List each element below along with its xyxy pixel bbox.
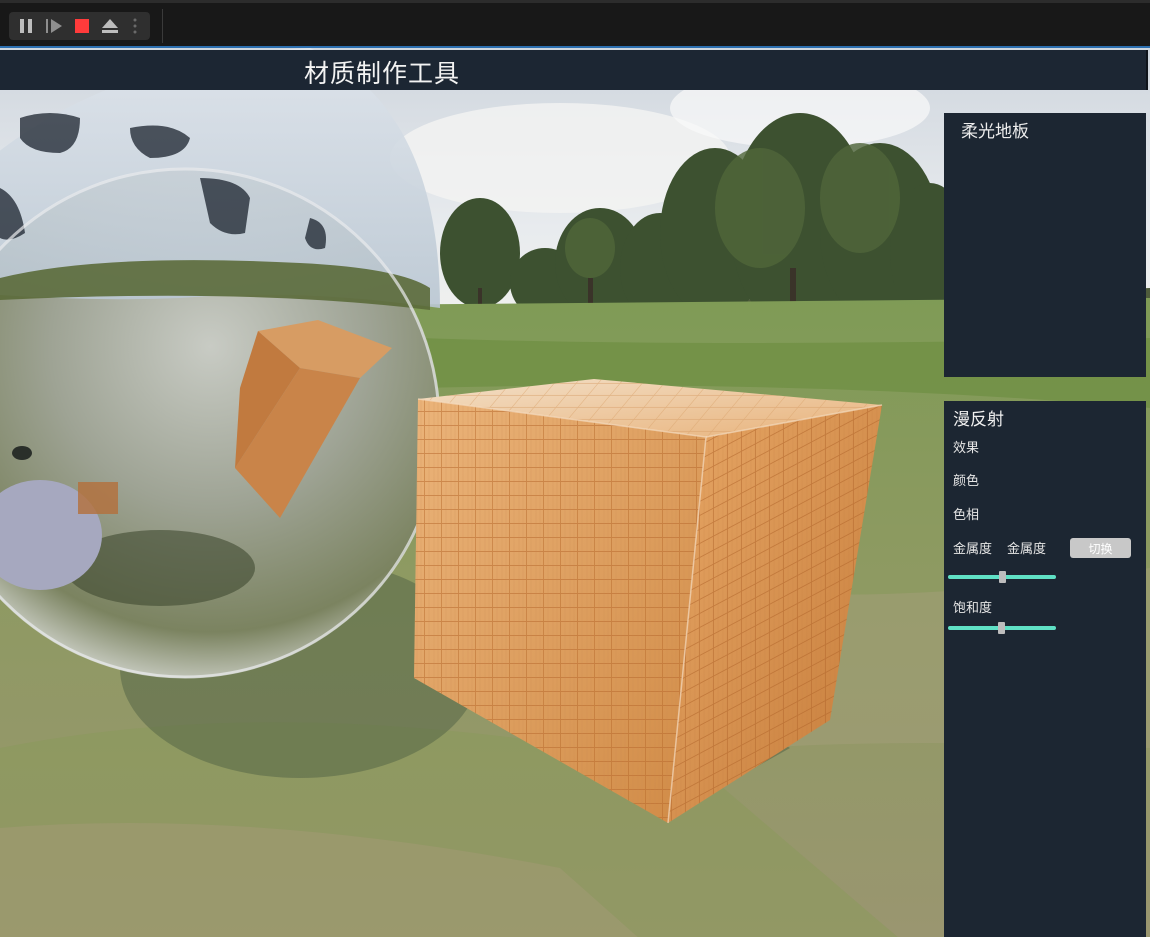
saturation-slider-thumb[interactable] <box>997 622 1005 634</box>
editor-window: 材质制作工具 柔光地板 漫反射 效果 颜色 色相 金属度 金属度 切换 饱和度 <box>0 0 1150 937</box>
game-viewport[interactable]: 材质制作工具 柔光地板 漫反射 效果 颜色 色相 金属度 金属度 切换 饱和度 <box>0 46 1150 937</box>
metallic-value-label: 金属度 <box>1007 542 1047 557</box>
step-icon <box>46 19 62 33</box>
properties-panel: 漫反射 效果 颜色 色相 金属度 金属度 切换 饱和度 <box>944 401 1146 937</box>
pause-button[interactable] <box>13 12 39 40</box>
title-bar: 材质制作工具 <box>0 50 1148 90</box>
color-label[interactable]: 颜色 <box>953 470 979 489</box>
toggle-button[interactable]: 切换 <box>1070 538 1131 558</box>
hue-label[interactable]: 色相 <box>953 504 979 523</box>
saturation-slider[interactable] <box>948 622 1056 634</box>
stop-button[interactable] <box>69 12 95 40</box>
material-name: 柔光地板 <box>961 122 1029 142</box>
app-title: 材质制作工具 <box>304 59 461 88</box>
eject-icon <box>102 19 118 33</box>
more-vertical-icon <box>133 18 137 34</box>
play-controls <box>9 12 150 40</box>
metallic-slider[interactable] <box>948 571 1056 583</box>
metallic-label: 金属度 <box>953 542 993 557</box>
pause-icon <box>20 19 32 33</box>
toolbar-divider <box>162 9 163 43</box>
section-title: 漫反射 <box>953 410 1004 430</box>
more-options-button[interactable] <box>125 12 145 40</box>
metallic-slider-thumb[interactable] <box>999 571 1006 583</box>
effect-label[interactable]: 效果 <box>953 437 979 456</box>
eject-button[interactable] <box>97 12 123 40</box>
material-preview-panel: 柔光地板 <box>944 113 1146 377</box>
play-toolbar <box>0 0 1150 46</box>
saturation-label: 饱和度 <box>953 601 993 616</box>
step-button[interactable] <box>41 12 67 40</box>
stop-icon <box>75 19 89 33</box>
